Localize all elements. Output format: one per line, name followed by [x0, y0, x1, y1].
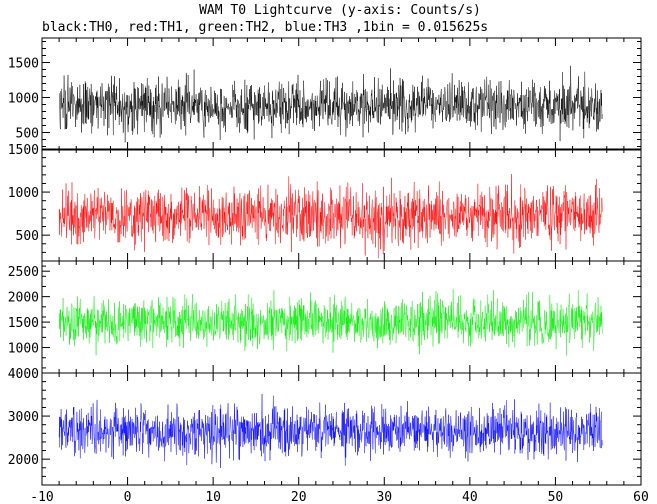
y-tick-label: 1000: [8, 186, 39, 201]
y-tick-label: 1500: [8, 316, 39, 331]
series-th0-trace: [58, 65, 603, 143]
y-tick-label: 1000: [8, 92, 39, 107]
y-tick-label: 1000: [8, 342, 39, 357]
series-th1-trace: [58, 174, 603, 259]
y-tick-label: 3000: [8, 410, 39, 425]
chart-subtitle: black:TH0, red:TH1, green:TH2, blue:TH3 …: [42, 20, 488, 35]
x-tick-label: 60: [633, 490, 649, 504]
x-tick-label: 50: [548, 490, 564, 504]
x-tick-label: -10: [30, 490, 53, 504]
y-tick-label: 500: [16, 229, 39, 244]
panel-th0: 500 1000 1500: [8, 37, 642, 151]
series-th3-trace: [58, 393, 603, 468]
x-tick-label: 20: [291, 490, 307, 504]
y-tick-label: 2500: [8, 265, 39, 280]
x-tick-label: 0: [124, 490, 132, 504]
series-th2-trace: [58, 289, 603, 356]
x-tick-label: 30: [376, 490, 392, 504]
y-tick-label: 2000: [8, 291, 39, 306]
panel-th2: 1000 1500 2000 2500: [8, 260, 642, 374]
panel-th1: 500 1000 1500: [8, 143, 642, 262]
y-tick-label: 4000: [8, 367, 39, 382]
x-tick-label: 10: [205, 490, 221, 504]
lightcurve-figure: WAM T0 Lightcurve (y-axis: Counts/s) bla…: [8, 3, 649, 504]
x-tick-label: 40: [462, 490, 478, 504]
y-tick-label: 1500: [8, 143, 39, 158]
y-tick-label: 500: [16, 127, 39, 142]
chart-title: WAM T0 Lightcurve (y-axis: Counts/s): [199, 3, 481, 18]
y-tick-label: 1500: [8, 57, 39, 72]
panel-th3: 2000 3000 4000: [8, 367, 642, 486]
x-axis: -10 0 10 20 30 40 50 60: [30, 490, 649, 504]
y-tick-label: 2000: [8, 453, 39, 468]
panel-th1-frame: [41, 148, 642, 262]
panels-group: 5001000150050010001500100015002000250020…: [8, 37, 642, 486]
